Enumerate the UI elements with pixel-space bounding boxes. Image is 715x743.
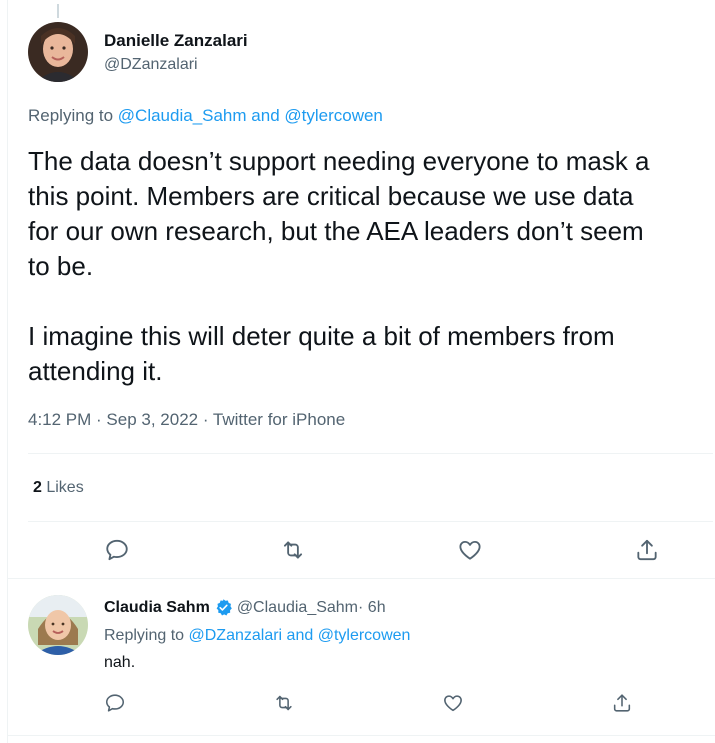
- reply-author-handle[interactable]: @Claudia_Sahm: [237, 599, 358, 617]
- tweet-body-line: this point. Members are critical because…: [28, 181, 634, 211]
- reply-replying-to: Replying to @DZanzalari and @tylercowen: [104, 627, 410, 645]
- divider: [28, 453, 713, 454]
- replying-and[interactable]: and: [247, 106, 285, 125]
- verified-badge-icon: [214, 598, 233, 617]
- divider: [8, 735, 715, 736]
- mention-link[interactable]: @tylercowen: [284, 106, 383, 125]
- mention-link[interactable]: @DZanzalari: [189, 627, 283, 644]
- tweet-body-line: for our own research, but the AEA leader…: [28, 216, 644, 246]
- tweet-body-line: I imagine this will deter quite a bit of…: [28, 321, 615, 351]
- column-border: [7, 0, 8, 743]
- retweet-icon[interactable]: [273, 692, 295, 714]
- replying-to: Replying to @Claudia_Sahm and @tylercowe…: [28, 106, 383, 126]
- divider: [28, 521, 713, 522]
- mention-link[interactable]: @tylercowen: [318, 627, 411, 644]
- retweet-icon[interactable]: [280, 537, 306, 563]
- tweet-body: The data doesn’t support needing everyon…: [28, 144, 715, 389]
- tweet-body-line: attending it.: [28, 356, 163, 386]
- likes-label: Likes: [41, 479, 84, 496]
- reply-icon[interactable]: [104, 692, 126, 714]
- reply-header: Claudia Sahm @Claudia_Sahm · 6h: [104, 598, 386, 617]
- author-avatar[interactable]: [28, 22, 88, 82]
- likes-count[interactable]: 2 Likes: [33, 479, 84, 497]
- reply-icon[interactable]: [104, 537, 130, 563]
- divider: [8, 578, 715, 579]
- mention-link[interactable]: @Claudia_Sahm: [118, 106, 247, 125]
- tweet-body-line: to be.: [28, 251, 94, 281]
- replying-and[interactable]: and: [282, 627, 318, 644]
- tweet-detail-page: Danielle Zanzalari @DZanzalari Replying …: [0, 0, 715, 743]
- author-handle[interactable]: @DZanzalari: [104, 56, 198, 74]
- replying-prefix: Replying to: [28, 106, 118, 125]
- tweet-timestamp[interactable]: 4:12 PM · Sep 3, 2022 · Twitter for iPho…: [28, 410, 345, 430]
- reply-author-name[interactable]: Claudia Sahm: [104, 599, 210, 617]
- like-icon[interactable]: [442, 692, 464, 714]
- reply-body: nah.: [104, 654, 136, 671]
- likes-number: 2: [33, 479, 42, 496]
- share-icon[interactable]: [611, 692, 633, 714]
- replying-prefix: Replying to: [104, 627, 189, 644]
- reply-author-avatar[interactable]: [28, 595, 88, 655]
- like-icon[interactable]: [457, 537, 483, 563]
- thread-connector-line: [57, 4, 59, 18]
- author-name[interactable]: Danielle Zanzalari: [104, 31, 248, 51]
- share-icon[interactable]: [634, 537, 660, 563]
- tweet-body-line: The data doesn’t support needing everyon…: [28, 146, 650, 176]
- reply-time[interactable]: · 6h: [358, 599, 386, 617]
